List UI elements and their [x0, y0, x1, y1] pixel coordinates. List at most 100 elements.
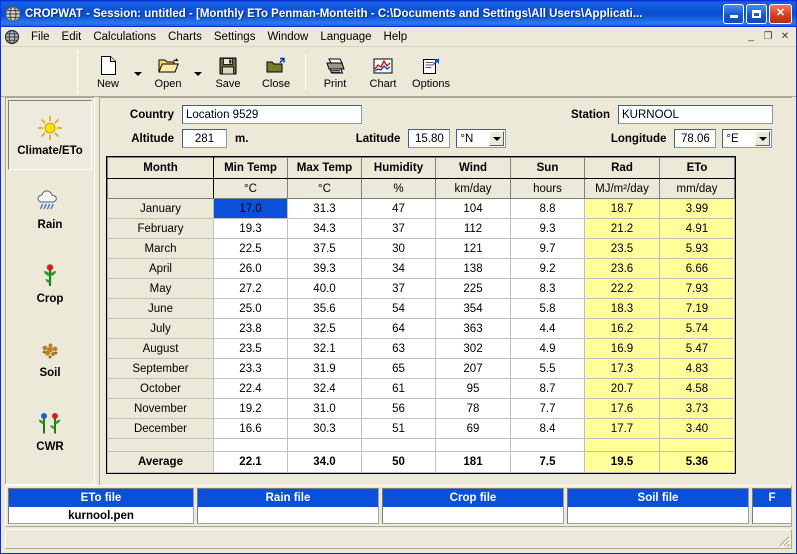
file-column[interactable]: Soil file — [567, 488, 749, 524]
column-header-max-temp[interactable]: Max Temp — [287, 157, 362, 179]
data-cell[interactable]: 40.0 — [287, 278, 362, 299]
data-cell[interactable]: 354 — [435, 298, 511, 319]
month-cell[interactable]: October — [107, 378, 214, 399]
file-column-value[interactable] — [198, 507, 378, 523]
menu-item-calculations[interactable]: Calculations — [87, 30, 162, 44]
data-cell[interactable]: 32.1 — [287, 338, 362, 359]
data-cell[interactable]: 3.40 — [659, 418, 735, 439]
data-cell[interactable]: 31.9 — [287, 358, 362, 379]
country-input[interactable]: Location 9529 — [182, 105, 362, 124]
data-cell[interactable]: 4.58 — [659, 378, 735, 399]
latitude-input[interactable]: 15.80 — [408, 129, 451, 148]
mdi-restore-button[interactable]: ❐ — [760, 29, 776, 44]
data-cell[interactable]: 19.2 — [213, 398, 288, 419]
data-cell[interactable]: 54 — [361, 298, 436, 319]
data-cell[interactable]: 32.5 — [287, 318, 362, 339]
chevron-down-icon-longitude[interactable] — [755, 131, 771, 146]
data-cell[interactable]: 8.7 — [510, 378, 585, 399]
close-button-tool[interactable]: Close — [252, 50, 300, 94]
print-button[interactable]: Print — [311, 50, 359, 94]
data-cell[interactable]: 47 — [361, 198, 436, 219]
data-cell[interactable]: 23.5 — [584, 238, 660, 259]
station-input[interactable]: KURNOOL — [618, 105, 773, 124]
data-cell[interactable]: 5.74 — [659, 318, 735, 339]
data-cell[interactable]: 8.4 — [510, 418, 585, 439]
data-cell[interactable]: 3.73 — [659, 398, 735, 419]
data-cell[interactable]: 23.6 — [584, 258, 660, 279]
data-cell[interactable]: 34 — [361, 258, 436, 279]
file-column-value[interactable] — [753, 507, 791, 523]
data-cell[interactable]: 363 — [435, 318, 511, 339]
month-cell[interactable]: August — [107, 338, 214, 359]
save-button[interactable]: Save — [204, 50, 252, 94]
data-cell[interactable]: 30.3 — [287, 418, 362, 439]
data-cell[interactable]: 30 — [361, 238, 436, 259]
data-cell[interactable]: 17.7 — [584, 418, 660, 439]
data-cell[interactable]: 34.3 — [287, 218, 362, 239]
data-cell[interactable]: 22.5 — [213, 238, 288, 259]
data-cell[interactable]: 35.6 — [287, 298, 362, 319]
data-cell[interactable]: 4.83 — [659, 358, 735, 379]
data-cell[interactable]: 19.3 — [213, 218, 288, 239]
mdi-close-button[interactable]: ✕ — [777, 29, 793, 44]
resize-grip-icon[interactable] — [776, 533, 791, 548]
data-cell[interactable]: 16.9 — [584, 338, 660, 359]
data-cell[interactable]: 4.4 — [510, 318, 585, 339]
data-cell[interactable]: 9.2 — [510, 258, 585, 279]
menu-item-file[interactable]: File — [25, 30, 56, 44]
data-cell[interactable]: 17.6 — [584, 398, 660, 419]
data-cell[interactable]: 25.0 — [213, 298, 288, 319]
data-cell[interactable]: 9.7 — [510, 238, 585, 259]
open-dropdown-arrow[interactable] — [192, 50, 204, 94]
file-column[interactable]: Rain file — [197, 488, 379, 524]
latitude-hemisphere-select[interactable]: °N — [456, 129, 507, 148]
column-header-sun[interactable]: Sun — [510, 157, 585, 179]
data-cell[interactable]: 56 — [361, 398, 436, 419]
data-cell[interactable]: 27.2 — [213, 278, 288, 299]
file-column[interactable]: ETo file kurnool.pen — [8, 488, 194, 524]
data-cell[interactable]: 4.91 — [659, 218, 735, 239]
altitude-input[interactable]: 281 — [182, 129, 227, 148]
data-cell[interactable]: 78 — [435, 398, 511, 419]
file-column[interactable]: F — [752, 488, 791, 524]
sidebar-item-cwr[interactable]: CWR — [8, 396, 92, 466]
new-button[interactable]: New — [84, 50, 132, 94]
data-cell[interactable]: 21.2 — [584, 218, 660, 239]
menu-item-edit[interactable]: Edit — [56, 30, 88, 44]
data-cell[interactable]: 22.4 — [213, 378, 288, 399]
month-cell[interactable]: November — [107, 398, 214, 419]
menu-item-language[interactable]: Language — [314, 30, 377, 44]
options-button[interactable]: Options — [407, 50, 455, 94]
data-cell[interactable]: 3.99 — [659, 198, 735, 219]
sidebar-item-climate-eto[interactable]: Climate/ETo — [8, 100, 92, 170]
month-cell[interactable]: June — [107, 298, 214, 319]
column-header-month[interactable]: Month — [107, 157, 214, 179]
data-cell[interactable]: 23.3 — [213, 358, 288, 379]
open-button[interactable]: Open — [144, 50, 192, 94]
data-cell[interactable]: 39.3 — [287, 258, 362, 279]
month-cell[interactable]: March — [107, 238, 214, 259]
data-cell[interactable]: 112 — [435, 218, 511, 239]
column-header-eto[interactable]: ETo — [659, 157, 735, 179]
column-header-rad[interactable]: Rad — [584, 157, 660, 179]
data-cell[interactable]: 64 — [361, 318, 436, 339]
data-cell[interactable]: 26.0 — [213, 258, 288, 279]
month-cell[interactable]: July — [107, 318, 214, 339]
mdi-minimize-button[interactable]: _ — [743, 29, 759, 44]
close-button[interactable]: ✕ — [769, 3, 792, 24]
chart-button[interactable]: Chart — [359, 50, 407, 94]
column-header-humidity[interactable]: Humidity — [361, 157, 436, 179]
sidebar-item-crop[interactable]: Crop — [8, 248, 92, 318]
chevron-down-icon-latitude[interactable] — [489, 131, 505, 146]
data-cell[interactable]: 61 — [361, 378, 436, 399]
data-cell[interactable]: 4.9 — [510, 338, 585, 359]
data-cell[interactable]: 6.66 — [659, 258, 735, 279]
column-header-wind[interactable]: Wind — [435, 157, 511, 179]
data-cell[interactable]: 5.47 — [659, 338, 735, 359]
data-cell[interactable]: 121 — [435, 238, 511, 259]
month-cell[interactable]: April — [107, 258, 214, 279]
menu-item-help[interactable]: Help — [378, 30, 414, 44]
data-cell[interactable]: 69 — [435, 418, 511, 439]
data-cell[interactable]: 95 — [435, 378, 511, 399]
data-cell[interactable]: 65 — [361, 358, 436, 379]
